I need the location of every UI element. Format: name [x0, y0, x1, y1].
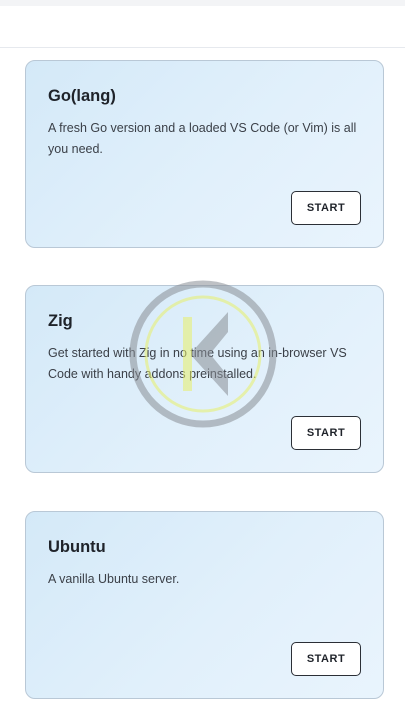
card-title: Ubuntu — [48, 538, 106, 556]
top-bar — [0, 0, 405, 48]
playground-card-golang: Go(lang) A fresh Go version and a loaded… — [25, 60, 384, 248]
card-description: Get started with Zig in no time using an… — [48, 346, 347, 381]
card-title: Go(lang) — [48, 87, 116, 105]
card-description: A vanilla Ubuntu server. — [48, 572, 180, 586]
start-zig-button[interactable]: START — [291, 416, 361, 450]
card-description: A fresh Go version and a loaded VS Code … — [48, 121, 357, 156]
start-golang-button[interactable]: START — [291, 191, 361, 225]
start-ubuntu-button[interactable]: START — [291, 642, 361, 676]
card-title: Zig — [48, 312, 73, 330]
playground-card-zig: Zig Get started with Zig in no time usin… — [25, 285, 384, 473]
playground-card-ubuntu: Ubuntu A vanilla Ubuntu server. START — [25, 511, 384, 699]
